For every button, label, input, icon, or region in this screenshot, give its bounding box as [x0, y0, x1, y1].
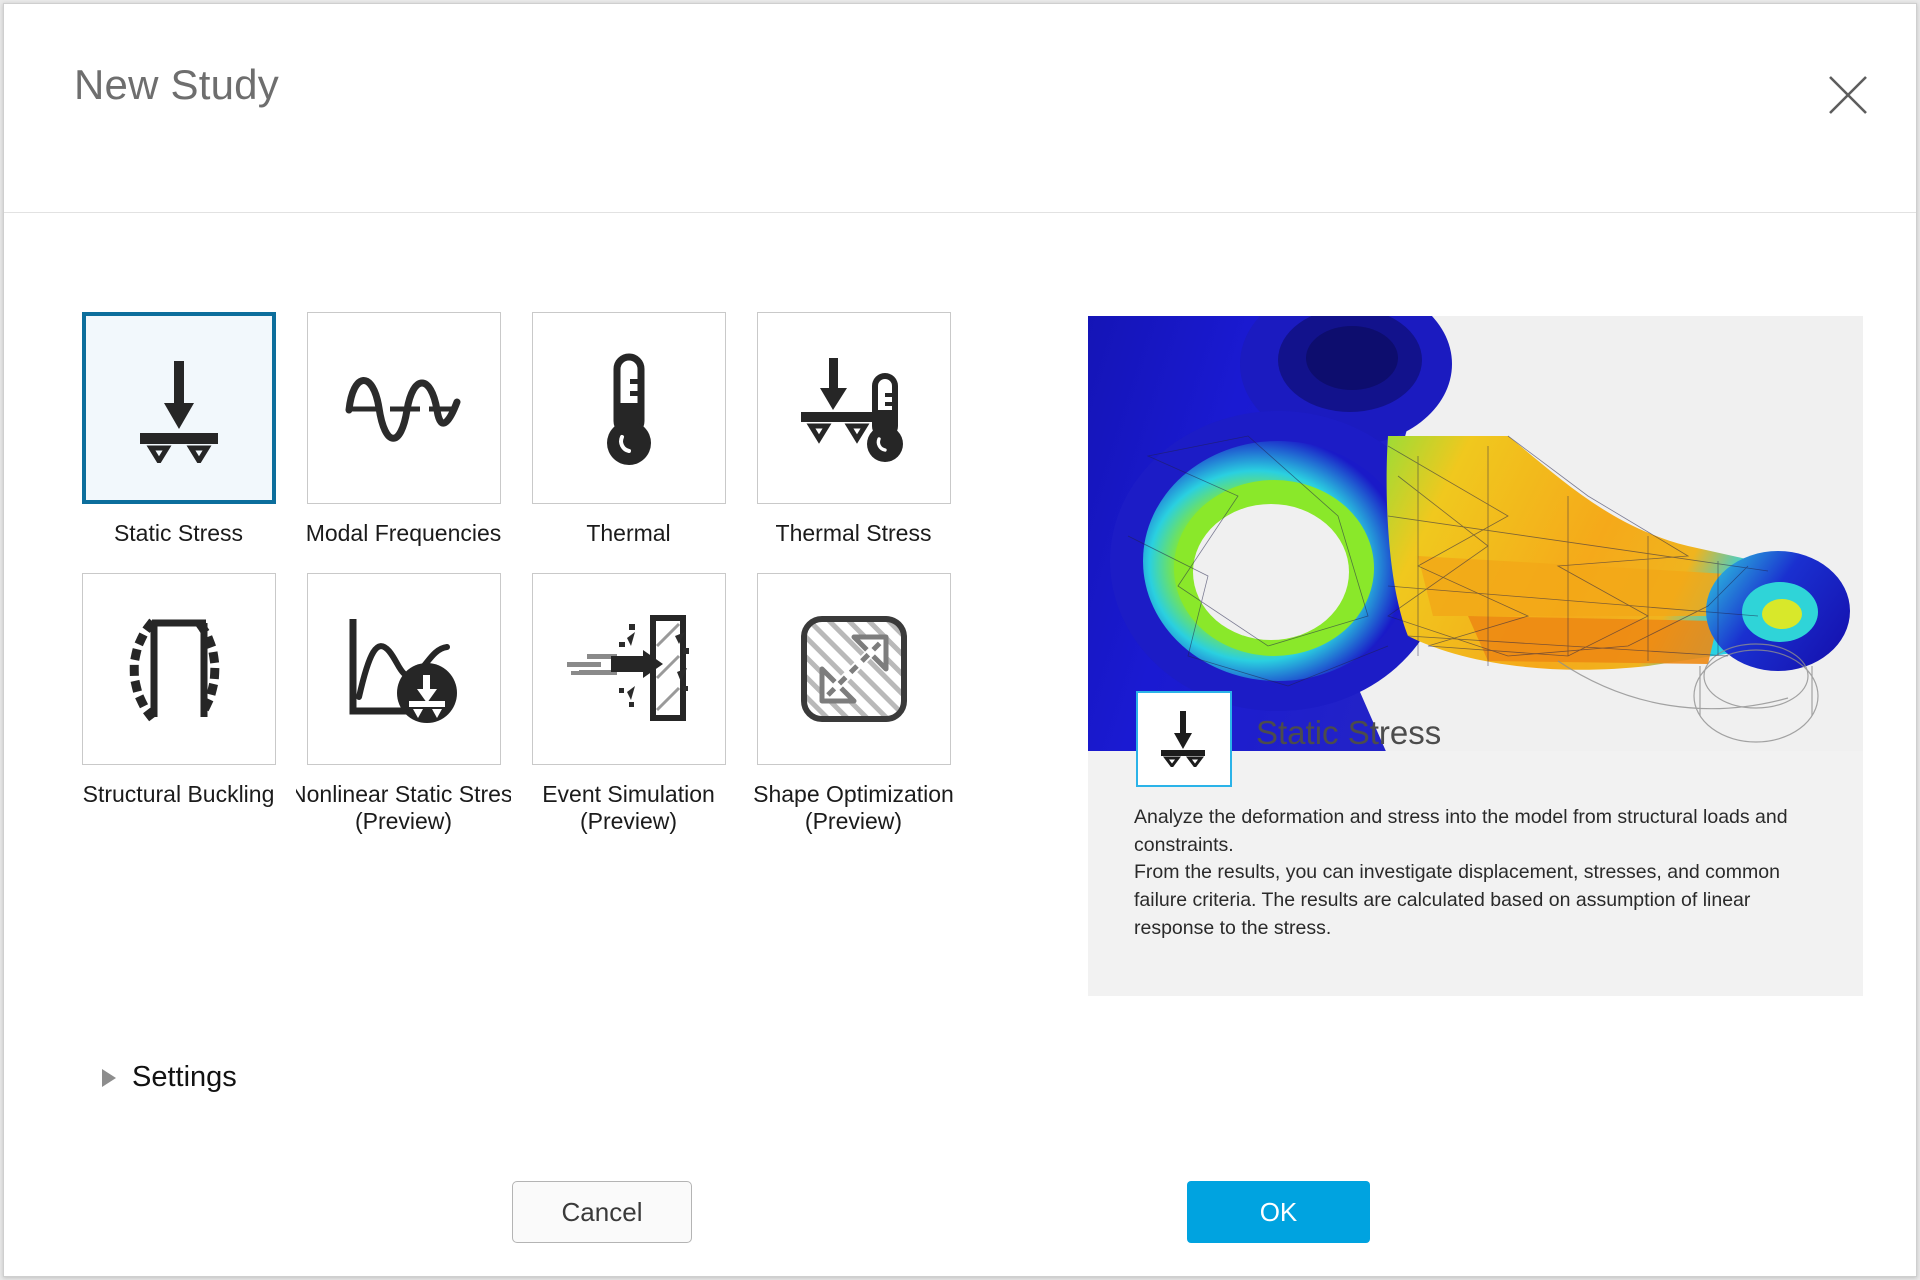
- study-type-label: Nonlinear Static Stress (Preview): [296, 781, 511, 835]
- study-type-cell-event-simulation: Event Simulation (Preview): [516, 573, 741, 835]
- study-type-label: Event Simulation (Preview): [542, 781, 715, 835]
- study-preview-panel: Static Stress Analyze the deformation an…: [1088, 316, 1863, 996]
- thermometer-icon: [584, 347, 674, 469]
- study-type-cell-thermal-stress: Thermal Stress: [741, 312, 966, 547]
- study-type-tile-thermal-stress[interactable]: [756, 312, 951, 504]
- close-icon[interactable]: [1825, 72, 1871, 118]
- study-type-cell-thermal: Thermal: [516, 312, 741, 547]
- page-title: New Study: [74, 61, 279, 108]
- preview-description-line-2: From the results, you can investigate di…: [1134, 861, 1780, 939]
- preview-description: Analyze the deformation and stress into …: [1134, 804, 1824, 942]
- study-type-cell-shape-optimization: Shape Optimization (Preview): [741, 573, 966, 835]
- buckling-frame-icon: [124, 613, 234, 725]
- study-type-tile-structural-buckling[interactable]: [81, 573, 276, 766]
- dialog-header: New Study: [4, 4, 1916, 213]
- new-study-dialog: New Study Static Stress Modal Frequencie…: [3, 3, 1917, 1277]
- study-type-label: Shape Optimization (Preview): [753, 781, 954, 835]
- study-type-cell-static-stress: Static Stress: [66, 312, 291, 547]
- beam-thermometer-icon: [791, 348, 917, 468]
- shape-optimization-icon: [798, 613, 910, 725]
- study-type-label: Thermal Stress: [775, 520, 932, 546]
- study-type-cell-structural-buckling: Structural Buckling: [66, 573, 291, 835]
- study-type-cell-modal-frequencies: Modal Frequencies: [291, 312, 516, 547]
- beam-load-icon: [120, 353, 238, 463]
- triangle-right-icon: [102, 1068, 116, 1087]
- ok-button[interactable]: OK: [1187, 1181, 1370, 1243]
- settings-label: Settings: [132, 1061, 237, 1093]
- fea-result-image: [1088, 316, 1863, 751]
- study-type-grid: Static Stress Modal Frequencies Thermal …: [66, 312, 966, 835]
- study-type-tile-static-stress[interactable]: [81, 312, 276, 504]
- study-type-label: Modal Frequencies: [305, 520, 502, 546]
- study-type-tile-modal-frequencies[interactable]: [306, 312, 501, 504]
- study-type-label: Thermal: [586, 520, 671, 546]
- settings-disclosure[interactable]: Settings: [102, 1061, 237, 1094]
- preview-description-line-1: Analyze the deformation and stress into …: [1134, 806, 1788, 856]
- study-type-label: Static Stress: [113, 520, 244, 546]
- study-preview-badge: [1136, 691, 1232, 787]
- impact-icon: [565, 610, 693, 728]
- study-type-tile-thermal[interactable]: [531, 312, 726, 504]
- study-type-cell-nonlinear-static-stress: Nonlinear Static Stress (Preview): [291, 573, 516, 835]
- study-type-row: Static Stress Modal Frequencies Thermal …: [66, 312, 966, 547]
- study-type-tile-nonlinear-static-stress[interactable]: [306, 573, 501, 766]
- cancel-button[interactable]: Cancel: [512, 1181, 692, 1243]
- study-type-tile-shape-optimization[interactable]: [756, 573, 951, 766]
- study-type-label: Structural Buckling: [82, 781, 275, 808]
- study-type-tile-event-simulation[interactable]: [531, 573, 726, 766]
- sine-wave-icon: [343, 358, 465, 458]
- nonlinear-curve-icon: [343, 613, 465, 725]
- study-type-row: Structural Buckling Nonlinear Static Str…: [66, 573, 966, 835]
- preview-title: Static Stress: [1256, 714, 1442, 751]
- beam-load-icon: [1153, 707, 1215, 772]
